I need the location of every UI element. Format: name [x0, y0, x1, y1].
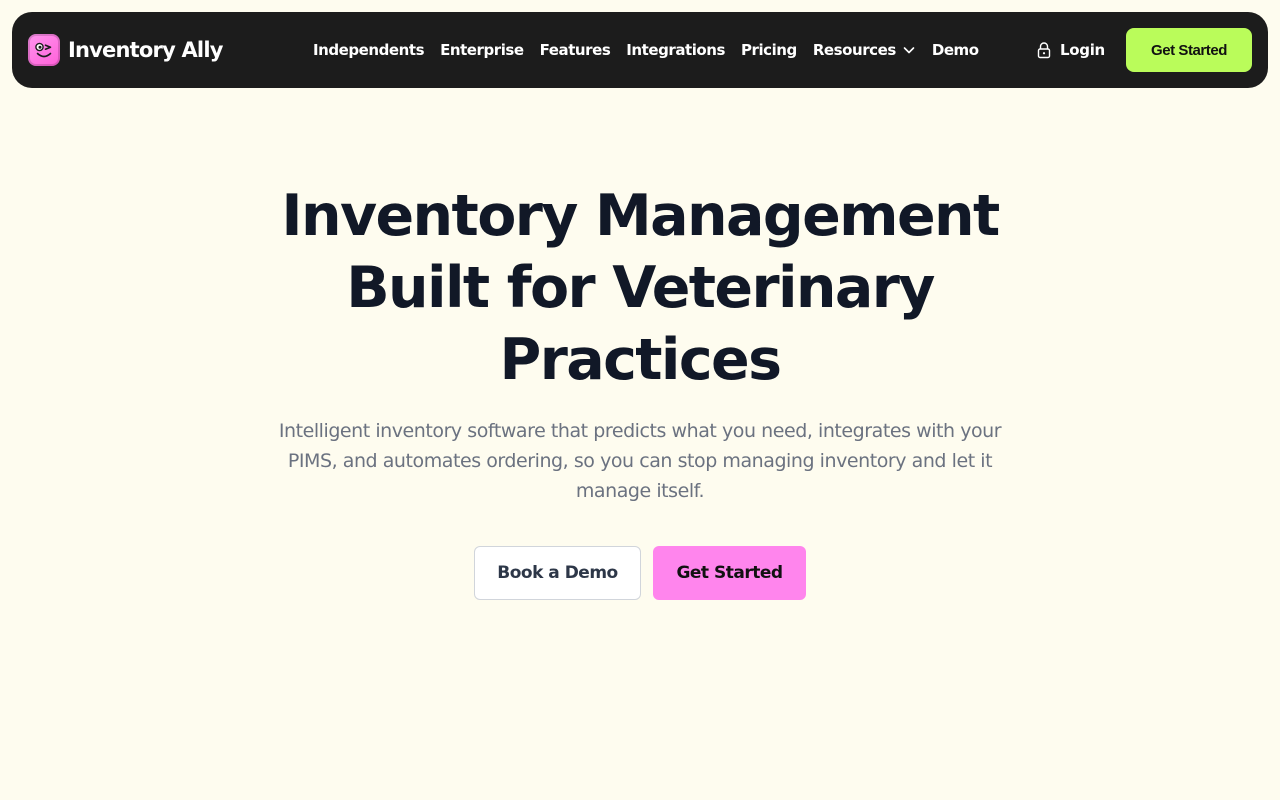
- nav-item-resources[interactable]: Resources: [813, 41, 916, 59]
- nav-item-independents[interactable]: Independents: [313, 41, 425, 59]
- hero-title-line-3: Practices: [499, 327, 783, 393]
- hero-subtitle: Intelligent inventory software that pred…: [278, 420, 1002, 502]
- chevron-down-icon: [902, 43, 916, 57]
- hero-actions: Book a Demo Get Started: [474, 546, 806, 600]
- nav-item-pricing[interactable]: Pricing: [741, 41, 797, 59]
- lock-icon: [1036, 41, 1052, 59]
- nav-item-features[interactable]: Features: [540, 41, 611, 59]
- login-link[interactable]: Login: [1036, 12, 1105, 88]
- book-demo-button[interactable]: Book a Demo: [474, 546, 641, 600]
- nav-item-enterprise[interactable]: Enterprise: [440, 41, 524, 59]
- nav-item-demo[interactable]: Demo: [932, 41, 979, 59]
- top-navbar: Inventory Ally Independents Enterprise F…: [12, 12, 1268, 88]
- nav-get-started-button[interactable]: Get Started: [1126, 28, 1252, 72]
- brand-name: Inventory Ally: [68, 38, 223, 62]
- hero-title-line-2: Built for Veterinary: [346, 255, 935, 321]
- nav-item-resources-label: Resources: [812, 41, 896, 59]
- hero-title: Inventory Management Built for Veterinar…: [240, 180, 1040, 396]
- hero-get-started-button[interactable]: Get Started: [653, 546, 806, 600]
- login-label: Login: [1060, 41, 1105, 59]
- hero-title-line-1: Inventory Management: [281, 183, 1000, 249]
- main-nav: Independents Enterprise Features Integra…: [313, 12, 979, 88]
- nav-item-integrations[interactable]: Integrations: [626, 41, 725, 59]
- winking-face-logo-icon: [28, 34, 60, 66]
- brand-logo-link[interactable]: Inventory Ally: [28, 34, 223, 66]
